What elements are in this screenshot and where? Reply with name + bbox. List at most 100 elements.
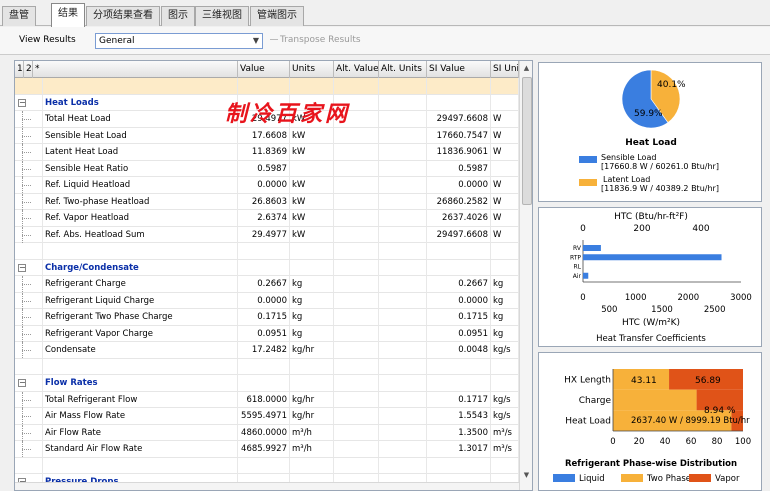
tree-cell xyxy=(15,391,43,408)
row-si-value: 1.5543 xyxy=(427,408,491,424)
row-value: 0.1715 xyxy=(238,309,290,325)
group-row[interactable]: − Flow Rates xyxy=(15,375,519,392)
row-si-units: m³/s xyxy=(491,441,519,457)
collapse-icon[interactable]: − xyxy=(18,379,26,387)
column-header[interactable]: Units xyxy=(290,61,334,78)
legend-detail: [17660.8 W / 60261.0 Btu/hr] xyxy=(601,162,719,171)
table-row[interactable]: Total Refrigerant Flow 618.0000 kg/hr 0.171… xyxy=(15,391,519,408)
tree-cell xyxy=(15,111,43,127)
column-header[interactable]: 1 xyxy=(15,61,24,78)
scroll-up-icon[interactable]: ▲ xyxy=(520,61,532,75)
table-row[interactable]: Air Flow Rate 4860.0000 m³/h 1.3500 m³/s xyxy=(15,424,519,441)
tree-cell xyxy=(15,292,43,309)
table-row[interactable] xyxy=(15,358,519,375)
table-row[interactable]: Standard Air Flow Rate 4685.9927 m³/h 1.301… xyxy=(15,441,519,458)
tree-line xyxy=(22,350,31,351)
table-row[interactable] xyxy=(15,243,519,260)
tree-line xyxy=(22,284,31,285)
scroll-down-icon[interactable]: ▼ xyxy=(520,468,532,482)
row-value: 4860.0000 xyxy=(238,424,290,441)
table-row[interactable]: Condensate 17.2482 kg/hr 0.0048 kg/s xyxy=(15,342,519,359)
row-si-units: W xyxy=(491,210,519,226)
row-name: Refrigerant Liquid Charge xyxy=(43,292,238,309)
row-units: kg/hr xyxy=(290,391,334,408)
tick-label: 200 xyxy=(633,224,650,234)
table-row[interactable]: Refrigerant Vapor Charge 0.0951 kg 0.0951 kg xyxy=(15,325,519,342)
tree-cell xyxy=(15,210,43,226)
tree-cell xyxy=(15,325,43,342)
table-row[interactable]: Refrigerant Two Phase Charge 0.1715 kg 0.17… xyxy=(15,309,519,326)
row-value: 0.0000 xyxy=(238,177,290,193)
tick-label: 1500 xyxy=(651,305,673,315)
column-header[interactable]: Alt. Units xyxy=(379,61,427,78)
table-row[interactable]: Ref. Vapor Heatload 2.6374 kW 2637.4026 W xyxy=(15,210,519,227)
heat-load-pie-chart: 40.1% 59.9% Heat Load Sensible Load[17660.8… xyxy=(579,69,719,193)
row-units xyxy=(290,160,334,177)
legend-label: Two Phase xyxy=(646,474,691,484)
tab-0[interactable]: 盘管 xyxy=(2,6,36,26)
row-alt-value xyxy=(334,193,379,210)
tab-4[interactable]: 三维视图 xyxy=(195,6,249,26)
row-si-units xyxy=(491,243,519,259)
scroll-thumb[interactable] xyxy=(522,77,532,205)
tab-1[interactable]: 结果 xyxy=(51,3,85,27)
row-value: 26.8603 xyxy=(238,193,290,210)
column-header[interactable]: 2 xyxy=(24,61,33,78)
column-header[interactable]: * xyxy=(33,61,238,78)
collapse-icon[interactable]: − xyxy=(18,98,26,107)
legend-label: Sensible Load xyxy=(601,153,656,162)
tree-cell xyxy=(15,177,43,193)
row-value: 0.2667 xyxy=(238,276,290,292)
row-alt-units xyxy=(379,144,427,160)
row-si-value: 2637.4026 xyxy=(427,210,491,226)
table-row[interactable]: Ref. Liquid Heatload 0.0000 kW 0.0000 W xyxy=(15,177,519,194)
row-value: 11.8369 xyxy=(238,144,290,160)
row-si-value xyxy=(427,457,491,474)
vertical-scrollbar[interactable]: ▲ ▼ xyxy=(519,61,532,490)
row-alt-value xyxy=(334,210,379,226)
row-si-value: 29497.6608 xyxy=(427,111,491,127)
horizontal-scrollbar[interactable] xyxy=(15,482,519,490)
table-row[interactable] xyxy=(15,78,519,95)
row-name xyxy=(43,78,238,94)
tab-5[interactable]: 管端图示 xyxy=(250,6,304,26)
table-row[interactable]: Sensible Heat Ratio 0.5987 0.5987 xyxy=(15,160,519,177)
row-units xyxy=(290,78,334,94)
tree-line xyxy=(22,201,31,203)
row-si-value xyxy=(427,78,491,94)
table-row[interactable]: Sensible Heat Load 17.6608 kW 17660.7547 W xyxy=(15,127,519,144)
table-row[interactable]: Latent Heat Load 11.8369 kW 11836.9061 W xyxy=(15,144,519,161)
results-toolbar: View Results General ▼ Transpose Results xyxy=(0,27,770,55)
tab-3[interactable]: 图示 xyxy=(161,6,195,26)
row-units: kg/hr xyxy=(290,408,334,424)
table-row[interactable]: Ref. Two-phase Heatload 26.8603 kW 26860.25… xyxy=(15,193,519,210)
collapse-icon[interactable]: − xyxy=(18,263,26,272)
tree-line xyxy=(22,317,31,318)
row-si-units: W xyxy=(491,127,519,144)
row-name: Air Mass Flow Rate xyxy=(43,408,238,424)
table-row[interactable]: Refrigerant Charge 0.2667 kg 0.2667 kg xyxy=(15,276,519,293)
table-row[interactable]: Air Mass Flow Rate 5595.4971 kg/hr 1.5543 kg… xyxy=(15,408,519,425)
row-units: kg xyxy=(290,325,334,342)
table-row[interactable]: Refrigerant Liquid Charge 0.0000 kg 0.0000 k… xyxy=(15,292,519,309)
column-header[interactable]: Alt. Value xyxy=(334,61,379,78)
view-results-select[interactable]: General ▼ xyxy=(95,33,263,49)
row-si-units: kg xyxy=(491,276,519,292)
category-label: Air xyxy=(573,273,582,280)
column-header[interactable]: SI Uni xyxy=(491,61,519,78)
transpose-results-toggle[interactable]: Transpose Results xyxy=(270,35,361,45)
table-row[interactable] xyxy=(15,457,519,474)
column-header[interactable]: SI Value xyxy=(427,61,491,78)
row-name: Refrigerant Two Phase Charge xyxy=(43,309,238,325)
view-results-value: General xyxy=(99,36,135,46)
row-units xyxy=(290,358,334,375)
column-header[interactable]: Value xyxy=(238,61,290,78)
row-alt-units xyxy=(379,226,427,243)
row-alt-value xyxy=(334,309,379,325)
row-si-value: 0.0000 xyxy=(427,292,491,309)
grid-header: 1 2 * Value Units Alt. Value Alt. Units SI Valu… xyxy=(15,61,519,78)
row-units: kW xyxy=(290,144,334,160)
group-row[interactable]: − Charge/Condensate xyxy=(15,259,519,276)
tab-2[interactable]: 分项结果查看 xyxy=(86,6,160,26)
table-row[interactable]: Ref. Abs. Heatload Sum 29.4977 kW 29497.660… xyxy=(15,226,519,243)
